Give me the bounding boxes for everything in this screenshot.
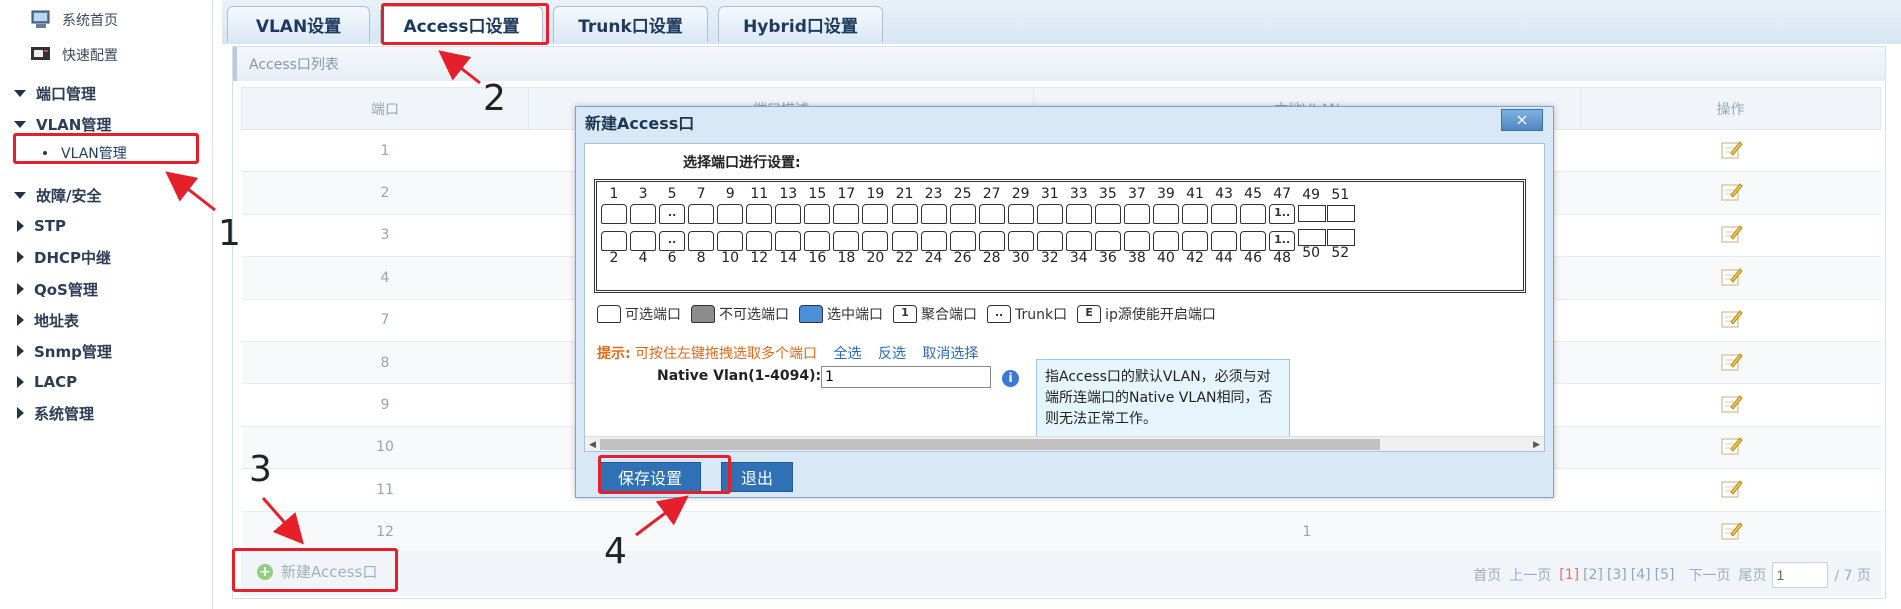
annotation-number-3: 3 — [249, 449, 272, 490]
annotation-arrow-2 — [438, 50, 481, 85]
annotation-number-1: 1 — [218, 213, 241, 254]
annotation-arrow-3 — [261, 497, 304, 545]
annotation-arrow-1 — [165, 171, 216, 212]
annotation-arrows — [165, 50, 689, 545]
annotation-number-4: 4 — [604, 531, 627, 572]
annotation-number-2: 2 — [483, 78, 506, 119]
annotation-arrow-4 — [635, 495, 689, 537]
